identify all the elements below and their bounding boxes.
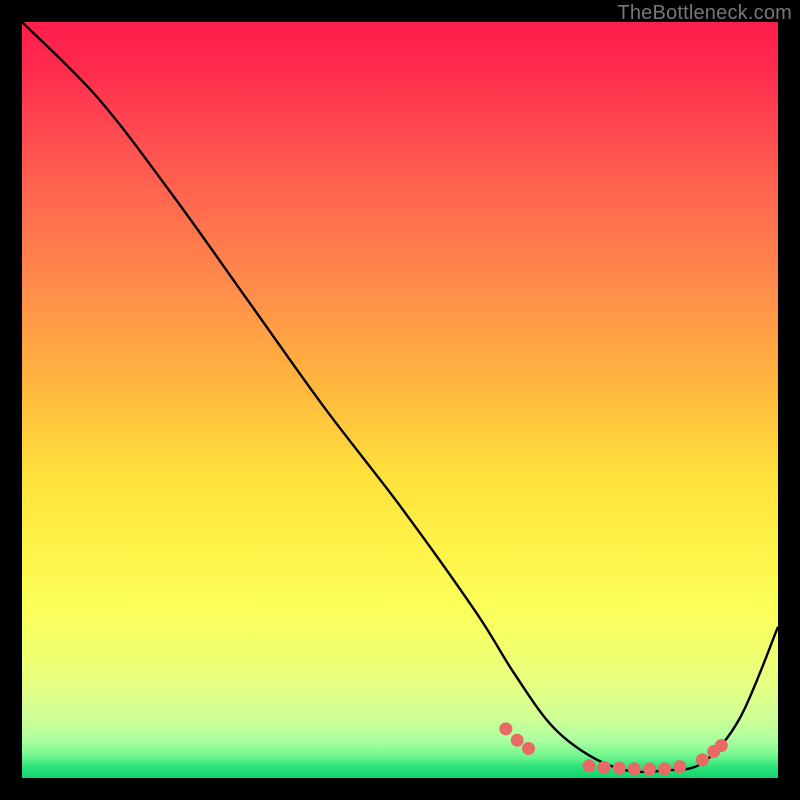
plot-area <box>22 22 778 778</box>
data-marker <box>628 762 641 775</box>
data-marker <box>673 760 686 773</box>
data-marker <box>522 742 535 755</box>
curve-svg <box>22 22 778 778</box>
data-marker <box>583 759 596 772</box>
bottleneck-curve <box>22 22 778 772</box>
data-marker <box>598 761 611 774</box>
chart-frame: TheBottleneck.com <box>0 0 800 800</box>
data-marker <box>511 734 524 747</box>
data-marker <box>613 762 626 775</box>
data-marker <box>499 722 512 735</box>
data-marker <box>658 762 671 775</box>
data-marker <box>643 762 656 775</box>
data-marker <box>696 753 709 766</box>
data-marker <box>715 739 728 752</box>
